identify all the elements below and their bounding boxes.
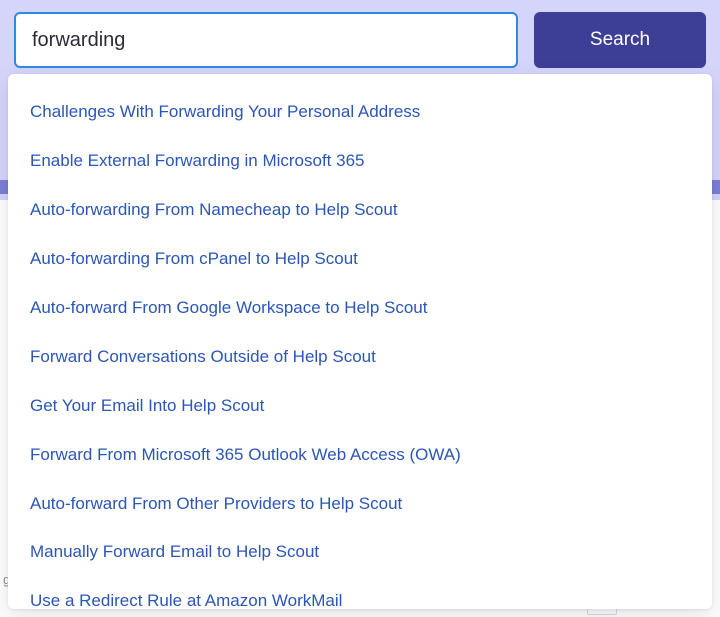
suggestion-item[interactable]: Use a Redirect Rule at Amazon WorkMail (8, 577, 712, 609)
search-input[interactable] (14, 12, 518, 68)
search-suggestions-dropdown: Challenges With Forwarding Your Personal… (8, 74, 712, 609)
suggestion-item[interactable]: Auto-forward From Google Workspace to He… (8, 284, 712, 333)
suggestion-item[interactable]: Auto-forward From Other Providers to Hel… (8, 480, 712, 529)
suggestion-item[interactable]: Enable External Forwarding in Microsoft … (8, 137, 712, 186)
suggestion-item[interactable]: Manually Forward Email to Help Scout (8, 528, 712, 577)
suggestion-item[interactable]: Forward Conversations Outside of Help Sc… (8, 333, 712, 382)
suggestion-item[interactable]: Get Your Email Into Help Scout (8, 382, 712, 431)
suggestion-item[interactable]: Auto-forwarding From Namecheap to Help S… (8, 186, 712, 235)
suggestion-item[interactable]: Auto-forwarding From cPanel to Help Scou… (8, 235, 712, 284)
search-row: Search (0, 0, 720, 68)
suggestion-item[interactable]: Forward From Microsoft 365 Outlook Web A… (8, 431, 712, 480)
search-button[interactable]: Search (534, 12, 706, 68)
suggestion-item[interactable]: Challenges With Forwarding Your Personal… (8, 88, 712, 137)
